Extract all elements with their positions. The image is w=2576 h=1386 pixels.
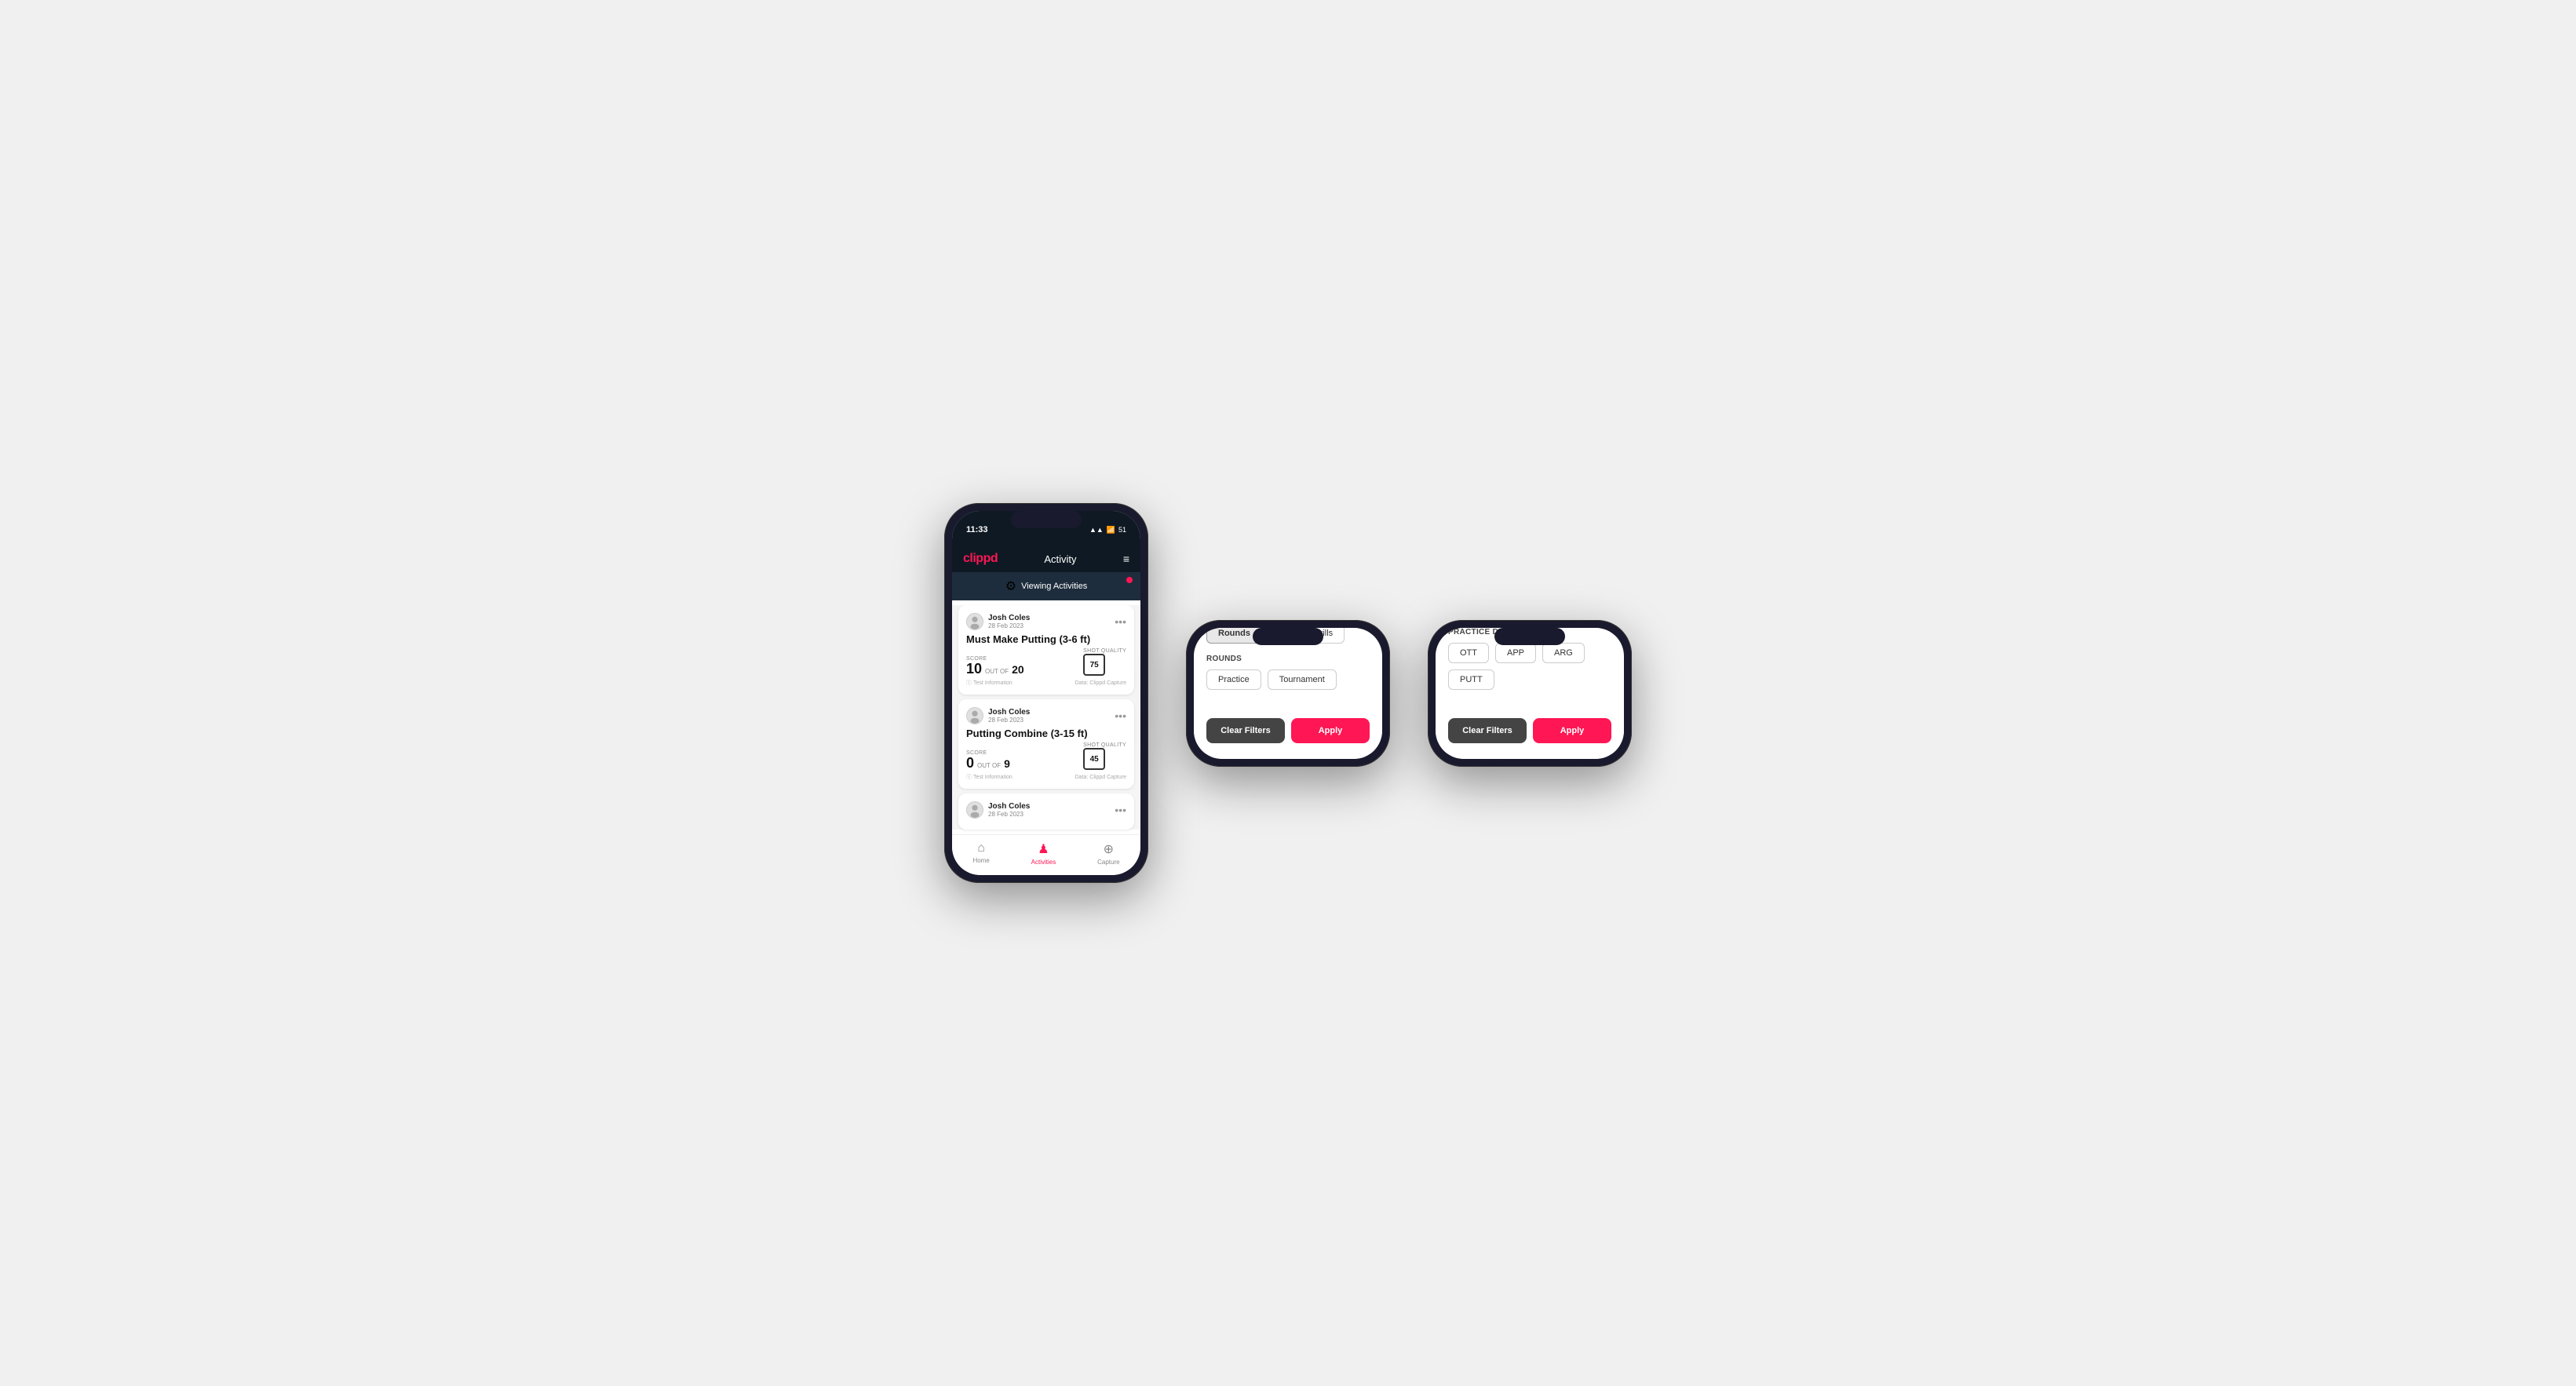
- user-details-1: Josh Coles 28 Feb 2023: [988, 614, 1030, 629]
- phone-3: 11:33 ▲▲ 📶 51 clippd Activity ≡ Viewing …: [1428, 620, 1632, 767]
- home-label-1: Home: [972, 857, 989, 864]
- activity-list-1: Josh Coles 28 Feb 2023 ••• Must Make Put…: [952, 605, 1140, 830]
- activities-icon-1: ♟: [1038, 841, 1049, 857]
- user-info-1: Josh Coles 28 Feb 2023: [966, 613, 1030, 630]
- avatar-2: [966, 707, 983, 724]
- filter-sheet-2: Filter ✕ Show Rounds Practice Drills Rou…: [1194, 628, 1382, 759]
- activity-card-1[interactable]: Josh Coles 28 Feb 2023 ••• Must Make Put…: [958, 605, 1134, 695]
- capture-icon-1: ⊕: [1104, 841, 1114, 857]
- nav-home-1[interactable]: ⌂ Home: [972, 841, 989, 866]
- menu-icon-1[interactable]: ≡: [1123, 553, 1129, 565]
- user-name-1: Josh Coles: [988, 614, 1030, 622]
- card-title-2: Putting Combine (3-15 ft): [966, 728, 1126, 739]
- filter-dot-1: [1126, 577, 1133, 583]
- user-name-3: Josh Coles: [988, 802, 1030, 811]
- phone-2: 11:33 ▲▲ 📶 51 clippd Activity ≡ Viewing …: [1186, 620, 1390, 767]
- capture-label-1: Capture: [1097, 859, 1119, 866]
- stats-row-1: Score 10 OUT OF 20 Shot Quality 75: [966, 648, 1126, 676]
- wifi-icon: 📶: [1107, 526, 1115, 534]
- data-source-2: Data: Clippd Capture: [1075, 775, 1126, 780]
- sq-label-1: Shot Quality: [1083, 648, 1126, 654]
- signal-icon: ▲▲: [1089, 526, 1104, 534]
- app-header-1: clippd Activity ≡: [952, 545, 1140, 572]
- sq-label-2: Shot Quality: [1083, 742, 1126, 748]
- clear-filters-btn-3[interactable]: Clear Filters: [1448, 718, 1527, 743]
- user-date-1: 28 Feb 2023: [988, 622, 1030, 629]
- scene: 11:33 ▲▲ 📶 51 clippd Activity ≡ ⚙ Viewin…: [897, 456, 1679, 930]
- avatar-3: [966, 801, 983, 819]
- rounds-buttons-2: Practice Tournament: [1206, 669, 1370, 690]
- more-dots-2[interactable]: •••: [1115, 709, 1126, 722]
- putt-btn-3[interactable]: PUTT: [1448, 669, 1494, 690]
- phone-1: 11:33 ▲▲ 📶 51 clippd Activity ≡ ⚙ Viewin…: [944, 503, 1148, 883]
- sq-badge-1: 75: [1083, 654, 1105, 676]
- activities-label-1: Activities: [1031, 859, 1056, 866]
- filter-icon-1: ⚙: [1005, 578, 1016, 594]
- apply-btn-3[interactable]: Apply: [1533, 718, 1611, 743]
- user-info-3: Josh Coles 28 Feb 2023: [966, 801, 1030, 819]
- phone-screen-2: 11:33 ▲▲ 📶 51 clippd Activity ≡ Viewing …: [1194, 628, 1382, 759]
- sheet-footer-3: Clear Filters Apply: [1436, 710, 1624, 743]
- sheet-footer-2: Clear Filters Apply: [1194, 710, 1382, 743]
- phone-screen-3: 11:33 ▲▲ 📶 51 clippd Activity ≡ Viewing …: [1436, 628, 1624, 759]
- app-btn-3[interactable]: APP: [1495, 643, 1536, 663]
- out-of-1: OUT OF: [985, 668, 1009, 675]
- battery-icon: 51: [1118, 526, 1126, 534]
- rounds-label-2: Rounds: [1206, 655, 1370, 663]
- practice-btn-2[interactable]: Practice: [1206, 669, 1261, 690]
- out-of-2: OUT OF: [977, 762, 1001, 769]
- card-header-2: Josh Coles 28 Feb 2023 •••: [966, 707, 1126, 724]
- card-header-1: Josh Coles 28 Feb 2023 •••: [966, 613, 1126, 630]
- drills-buttons-3: OTT APP ARG PUTT: [1448, 643, 1611, 690]
- card-footer-1: ⓘ Test Information Data: Clippd Capture: [966, 679, 1126, 687]
- apply-btn-2[interactable]: Apply: [1291, 718, 1370, 743]
- dynamic-island-3: [1494, 628, 1565, 645]
- user-date-2: 28 Feb 2023: [988, 717, 1030, 724]
- shots-value-2: 9: [1004, 758, 1010, 769]
- activity-card-2[interactable]: Josh Coles 28 Feb 2023 ••• Putting Combi…: [958, 699, 1134, 789]
- score-value-1: 10: [966, 662, 982, 676]
- viewing-bar-1[interactable]: ⚙ Viewing Activities: [952, 572, 1140, 600]
- user-name-2: Josh Coles: [988, 708, 1030, 717]
- activity-card-3[interactable]: Josh Coles 28 Feb 2023 •••: [958, 793, 1134, 830]
- tournament-btn-2[interactable]: Tournament: [1268, 669, 1337, 690]
- bottom-nav-1: ⌂ Home ♟ Activities ⊕ Capture: [952, 834, 1140, 875]
- status-time-1: 11:33: [966, 525, 988, 534]
- header-title-1: Activity: [1044, 553, 1076, 565]
- filter-sheet-3: Filter ✕ Show Rounds Practice Drills Pra…: [1436, 628, 1624, 759]
- shot-quality-2: Shot Quality 45: [1083, 742, 1126, 770]
- shot-quality-1: Shot Quality 75: [1083, 648, 1126, 676]
- home-icon-1: ⌂: [977, 841, 985, 855]
- more-dots-3[interactable]: •••: [1115, 804, 1126, 816]
- dynamic-island: [1011, 511, 1082, 528]
- user-details-3: Josh Coles 28 Feb 2023: [988, 802, 1030, 818]
- phone-screen-1: 11:33 ▲▲ 📶 51 clippd Activity ≡ ⚙ Viewin…: [952, 511, 1140, 875]
- data-source-1: Data: Clippd Capture: [1075, 680, 1126, 686]
- stats-row-2: Score 0 OUT OF 9 Shot Quality 45: [966, 742, 1126, 770]
- user-details-2: Josh Coles 28 Feb 2023: [988, 708, 1030, 724]
- ott-btn-3[interactable]: OTT: [1448, 643, 1489, 663]
- test-info-2: ⓘ Test Information: [966, 773, 1013, 781]
- logo-1: clippd: [963, 552, 998, 566]
- card-footer-2: ⓘ Test Information Data: Clippd Capture: [966, 773, 1126, 781]
- shots-value-1: 20: [1012, 664, 1024, 675]
- dynamic-island-2: [1253, 628, 1323, 645]
- card-header-3: Josh Coles 28 Feb 2023 •••: [966, 801, 1126, 819]
- score-value-2: 0: [966, 756, 974, 770]
- test-info-1: ⓘ Test Information: [966, 679, 1013, 687]
- status-icons-1: ▲▲ 📶 51: [1089, 526, 1126, 534]
- nav-capture-1[interactable]: ⊕ Capture: [1097, 841, 1119, 866]
- score-stat-1: Score 10 OUT OF 20: [966, 656, 1024, 676]
- avatar-1: [966, 613, 983, 630]
- arg-btn-3[interactable]: ARG: [1542, 643, 1585, 663]
- score-stat-2: Score 0 OUT OF 9: [966, 750, 1010, 770]
- more-dots-1[interactable]: •••: [1115, 615, 1126, 628]
- viewing-bar-label-1: Viewing Activities: [1021, 582, 1087, 591]
- clear-filters-btn-2[interactable]: Clear Filters: [1206, 718, 1285, 743]
- card-title-1: Must Make Putting (3-6 ft): [966, 633, 1126, 645]
- sq-badge-2: 45: [1083, 748, 1105, 770]
- user-info-2: Josh Coles 28 Feb 2023: [966, 707, 1030, 724]
- nav-activities-1[interactable]: ♟ Activities: [1031, 841, 1056, 866]
- user-date-3: 28 Feb 2023: [988, 811, 1030, 818]
